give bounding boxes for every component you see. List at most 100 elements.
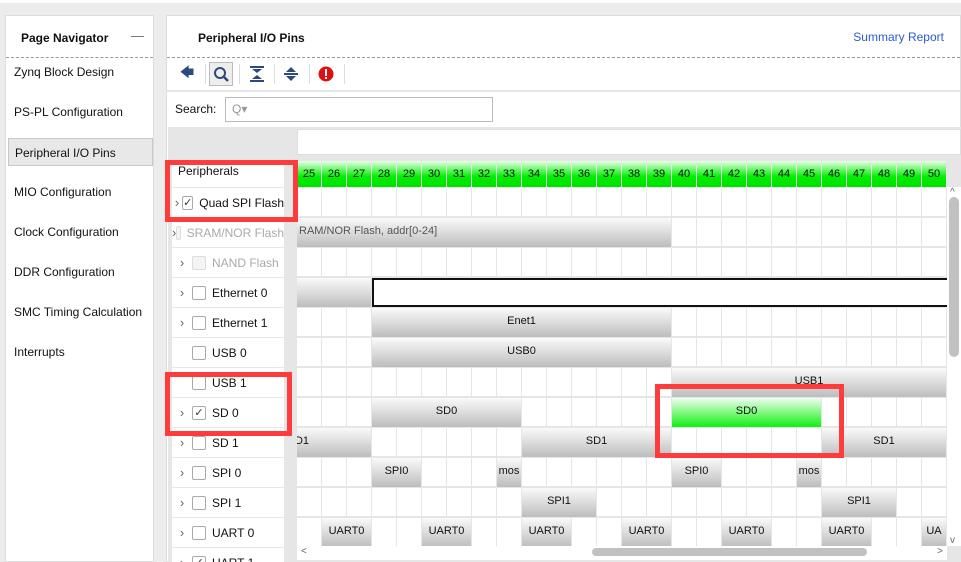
grid-cell[interactable]	[322, 338, 346, 366]
grid-cell[interactable]	[872, 458, 896, 486]
grid-cell[interactable]	[297, 518, 321, 546]
grid-cell[interactable]	[422, 248, 446, 276]
grid-cell[interactable]	[522, 188, 546, 216]
peripheral-row[interactable]: › ✓ Quad SPI Flash	[172, 187, 284, 217]
grid-cell[interactable]	[697, 248, 721, 276]
grid-cell[interactable]	[297, 458, 321, 486]
pin-assignment-box[interactable]	[372, 278, 947, 307]
grid-cell[interactable]	[747, 308, 771, 336]
scroll-left-icon[interactable]: <	[301, 546, 307, 557]
grid-cell[interactable]	[297, 248, 321, 276]
grid-cell[interactable]	[322, 398, 346, 426]
grid-cell[interactable]	[422, 428, 446, 456]
grid-cell[interactable]	[697, 218, 721, 246]
grid-cell[interactable]	[772, 488, 796, 516]
chevron-right-icon[interactable]: ›	[172, 435, 192, 450]
grid-cell[interactable]	[897, 248, 921, 276]
grid-cell[interactable]	[822, 188, 846, 216]
pin-block[interactable]: UART0	[822, 518, 871, 546]
grid-cell[interactable]	[672, 218, 696, 246]
grid-cell[interactable]	[322, 458, 346, 486]
grid-cell[interactable]	[447, 458, 471, 486]
grid-cell[interactable]	[397, 488, 421, 516]
pin-block[interactable]: SD1	[522, 428, 671, 457]
grid-cell[interactable]	[797, 218, 821, 246]
nav-item[interactable]: Peripheral I/O Pins	[8, 138, 153, 166]
grid-cell[interactable]	[597, 398, 621, 426]
grid-cell[interactable]	[547, 458, 571, 486]
grid-cell[interactable]	[472, 188, 496, 216]
pin-block[interactable]: SPI0	[672, 458, 721, 487]
scroll-right-icon[interactable]: >	[937, 546, 943, 557]
pin-block[interactable]: SD0	[372, 398, 521, 427]
nav-item[interactable]: PS-PL Configuration	[8, 98, 153, 126]
grid-cell[interactable]	[822, 218, 846, 246]
expand-all-icon[interactable]	[279, 62, 303, 86]
search-input[interactable]: Q▾	[225, 97, 493, 122]
grid-cell[interactable]	[697, 488, 721, 516]
horizontal-scrollbar[interactable]: < >	[297, 546, 947, 560]
grid-cell[interactable]	[622, 248, 646, 276]
grid-cell[interactable]	[347, 398, 371, 426]
grid-cell[interactable]	[422, 458, 446, 486]
grid-cell[interactable]	[347, 248, 371, 276]
grid-cell[interactable]	[597, 248, 621, 276]
pin-block[interactable]: UART0	[422, 518, 471, 546]
grid-cell[interactable]	[447, 368, 471, 396]
grid-cell[interactable]	[822, 248, 846, 276]
grid-cell[interactable]	[297, 368, 321, 396]
grid-cell[interactable]	[572, 368, 596, 396]
peripheral-row[interactable]: › Ethernet 1	[172, 307, 284, 337]
grid-cell[interactable]	[397, 248, 421, 276]
grid-cell[interactable]	[597, 518, 621, 546]
grid-cell[interactable]	[872, 338, 896, 366]
chevron-right-icon[interactable]: ›	[172, 405, 192, 420]
checkbox[interactable]	[192, 315, 206, 330]
peripheral-row[interactable]: › Ethernet 0	[172, 277, 284, 307]
grid-cell[interactable]	[772, 428, 796, 456]
checkbox[interactable]: ✓	[192, 405, 206, 420]
grid-cell[interactable]	[397, 518, 421, 546]
chevron-right-icon[interactable]: ›	[172, 255, 192, 270]
grid-cell[interactable]	[297, 308, 321, 336]
grid-cell[interactable]	[622, 458, 646, 486]
grid-cell[interactable]	[347, 488, 371, 516]
grid-cell[interactable]	[897, 398, 921, 426]
grid-cell[interactable]	[922, 308, 946, 336]
grid-cell[interactable]	[597, 368, 621, 396]
pin-block[interactable]: UA	[922, 518, 946, 546]
grid-cell[interactable]	[472, 428, 496, 456]
grid-cell[interactable]	[447, 488, 471, 516]
grid-cell[interactable]	[447, 428, 471, 456]
pin-block[interactable]: RAM/NOR Flash, addr[0-24]	[297, 218, 671, 247]
grid-cell[interactable]	[872, 398, 896, 426]
chevron-right-icon[interactable]: ›	[172, 315, 192, 330]
grid-cell[interactable]	[522, 398, 546, 426]
pin-block[interactable]: SPI0	[372, 458, 421, 487]
checkbox[interactable]	[192, 285, 206, 300]
grid-cell[interactable]	[647, 488, 671, 516]
error-icon[interactable]	[314, 62, 338, 86]
grid-cell[interactable]	[597, 188, 621, 216]
grid-cell[interactable]	[572, 458, 596, 486]
grid-cell[interactable]	[447, 188, 471, 216]
pin-block[interactable]: USB0	[372, 338, 671, 367]
checkbox[interactable]	[192, 495, 206, 510]
grid-cell[interactable]	[422, 368, 446, 396]
checkbox[interactable]	[192, 255, 206, 270]
grid-cell[interactable]	[622, 188, 646, 216]
grid-cell[interactable]	[872, 518, 896, 546]
grid-cell[interactable]	[472, 488, 496, 516]
grid-cell[interactable]	[322, 308, 346, 336]
grid-cell[interactable]	[872, 308, 896, 336]
scroll-down-icon[interactable]: v	[950, 535, 955, 546]
grid-cell[interactable]	[572, 248, 596, 276]
grid-cell[interactable]	[747, 458, 771, 486]
grid-cell[interactable]	[847, 458, 871, 486]
nav-item[interactable]: Interrupts	[8, 338, 153, 366]
grid-cell[interactable]	[897, 338, 921, 366]
grid-cell[interactable]	[897, 488, 921, 516]
grid-cell[interactable]	[772, 458, 796, 486]
grid-cell[interactable]	[697, 338, 721, 366]
minimize-icon[interactable]: —	[131, 28, 144, 43]
